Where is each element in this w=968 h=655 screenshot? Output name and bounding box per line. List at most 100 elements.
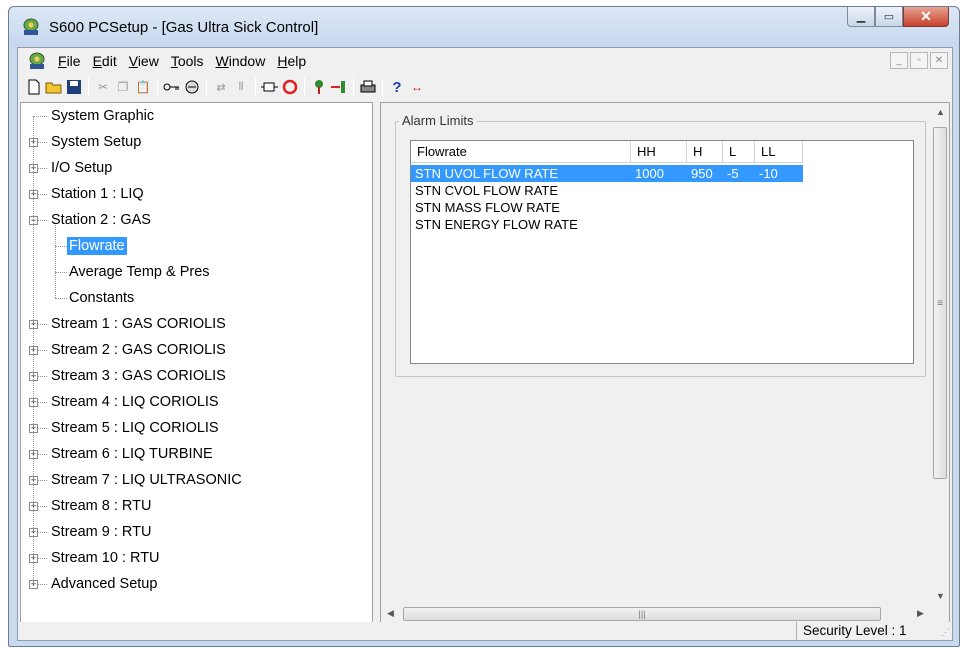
table-cell-hh [631, 199, 687, 216]
alarm-limits-list[interactable]: Flowrate HH H L LL STN UVOL FLOW RATE 100… [410, 140, 914, 364]
tree-item-label[interactable]: Stream 10 : RTU [49, 549, 162, 567]
maximize-icon: ▭ [883, 11, 895, 23]
table-cell-h [687, 199, 723, 216]
tree-item-label[interactable]: Station 1 : LIQ [49, 185, 146, 203]
tree-item[interactable]: Stream 3 : GAS CORIOLIS [49, 363, 228, 389]
close-button[interactable]: ✕ [903, 7, 949, 27]
horizontal-scroll-thumb[interactable]: ||| [403, 607, 881, 621]
tree-item-label[interactable]: System Graphic [49, 107, 156, 125]
columns-button[interactable]: ⫴ [232, 78, 250, 96]
tree-item[interactable]: Station 1 : LIQ [49, 181, 146, 207]
new-button[interactable] [25, 78, 43, 96]
tree-item[interactable]: Stream 8 : RTU [49, 493, 153, 519]
child-restore-button[interactable]: ▫ [910, 52, 928, 69]
tree-item[interactable]: Average Temp & Pres [67, 259, 212, 285]
maximize-button[interactable]: ▭ [875, 7, 903, 27]
stop-icon [282, 79, 298, 95]
tree-item[interactable]: Stream 10 : RTU [49, 545, 162, 571]
help-button[interactable]: ? [388, 78, 406, 96]
print-button[interactable] [359, 78, 377, 96]
tree-item[interactable]: Stream 2 : GAS CORIOLIS [49, 337, 228, 363]
menu-edit[interactable]: Edit [87, 53, 123, 69]
stop-button[interactable] [281, 78, 299, 96]
menu-file[interactable]: File [52, 53, 87, 69]
scroll-up-icon[interactable]: ▲ [936, 107, 945, 117]
key-button[interactable] [163, 78, 181, 96]
tree-item[interactable]: Stream 7 : LIQ ULTRASONIC [49, 467, 244, 493]
status-bar: Security Level : 1 ⋰ [18, 622, 952, 640]
download-button[interactable] [330, 78, 348, 96]
columns-icon: ⫴ [238, 80, 244, 93]
scroll-left-icon[interactable]: ◀ [387, 608, 394, 619]
upload-button[interactable] [310, 78, 328, 96]
paste-button[interactable]: 📋 [134, 78, 152, 96]
minimize-button[interactable]: ▁ [847, 7, 875, 27]
scroll-right-icon[interactable]: ▶ [917, 608, 924, 619]
child-minimize-button[interactable]: _ [890, 52, 908, 69]
table-cell-hh: 1000 [635, 166, 664, 181]
column-header-hh[interactable]: HH [631, 141, 687, 163]
tree-item-label[interactable]: Stream 5 : LIQ CORIOLIS [49, 419, 221, 437]
cut-button[interactable]: ✂ [94, 78, 112, 96]
menu-view[interactable]: View [123, 53, 165, 69]
app-window: S600 PCSetup - [Gas Ultra Sick Control] … [8, 6, 960, 647]
tree-item-label[interactable]: Average Temp & Pres [67, 263, 212, 281]
whats-this-button[interactable]: ↔ [408, 78, 426, 96]
table-row[interactable]: STN MASS FLOW RATE [411, 199, 803, 216]
tree-item-label[interactable]: Constants [67, 289, 136, 307]
tree-item-label[interactable]: Stream 7 : LIQ ULTRASONIC [49, 471, 244, 489]
child-close-button[interactable]: ✕ [930, 52, 948, 69]
connect-button[interactable] [183, 78, 201, 96]
tree-item-label[interactable]: Flowrate [67, 237, 127, 255]
horizontal-scrollbar[interactable]: ◀ ||| ▶ [381, 605, 931, 623]
tree-item[interactable]: Flowrate [67, 233, 127, 259]
column-header-ll[interactable]: LL [755, 141, 803, 163]
module-icon [261, 82, 278, 92]
document-logo-icon[interactable] [26, 52, 48, 70]
cut-icon: ✂ [97, 80, 109, 94]
save-button[interactable] [65, 78, 83, 96]
tree-item[interactable]: Advanced Setup [49, 571, 159, 597]
menu-help[interactable]: Help [271, 53, 312, 69]
module-button[interactable] [261, 78, 279, 96]
title-bar[interactable]: S600 PCSetup - [Gas Ultra Sick Control] … [9, 7, 959, 47]
tree-item-label[interactable]: I/O Setup [49, 159, 114, 177]
tree-item[interactable]: Stream 1 : GAS CORIOLIS [49, 311, 228, 337]
tree-item[interactable]: Stream 9 : RTU [49, 519, 153, 545]
tree-item-label[interactable]: Stream 8 : RTU [49, 497, 153, 515]
tree-item-label[interactable]: Stream 1 : GAS CORIOLIS [49, 315, 228, 333]
tree-item-label[interactable]: Stream 6 : LIQ TURBINE [49, 445, 215, 463]
connect-icon [185, 80, 199, 94]
menu-window[interactable]: Window [210, 53, 272, 69]
tree-item[interactable]: Stream 6 : LIQ TURBINE [49, 441, 215, 467]
tree-item[interactable]: System Graphic [49, 103, 156, 129]
resize-grip-icon[interactable]: ⋰ [941, 627, 950, 638]
open-button[interactable] [45, 78, 63, 96]
table-row[interactable]: STN UVOL FLOW RATE 1000 950 -5 -10 [411, 165, 803, 182]
tree-item[interactable]: Station 2 : GAS [49, 207, 153, 233]
tree-item-label[interactable]: System Setup [49, 133, 143, 151]
tree-item-label[interactable]: Station 2 : GAS [49, 211, 153, 229]
column-header-l[interactable]: L [723, 141, 755, 163]
tree-item-label[interactable]: Stream 3 : GAS CORIOLIS [49, 367, 228, 385]
tree-item-label[interactable]: Advanced Setup [49, 575, 159, 593]
tree-item[interactable]: I/O Setup [49, 155, 114, 181]
vertical-scrollbar[interactable]: ▲ ≡ ▼ [931, 103, 949, 607]
tree-item[interactable]: Stream 5 : LIQ CORIOLIS [49, 415, 221, 441]
navigation-tree[interactable]: System Graphic System Setup + I/O Setup + Sta… [20, 102, 373, 624]
tree-item-label[interactable]: Stream 9 : RTU [49, 523, 153, 541]
tree-item[interactable]: System Setup [49, 129, 143, 155]
column-header-h[interactable]: H [687, 141, 723, 163]
copy-button[interactable]: ❐ [114, 78, 132, 96]
transfer-button[interactable]: ⇄ [212, 78, 230, 96]
scroll-down-icon[interactable]: ▼ [936, 591, 945, 601]
menu-tools[interactable]: Tools [165, 53, 210, 69]
table-row[interactable]: STN CVOL FLOW RATE [411, 182, 803, 199]
tree-item-label[interactable]: Stream 2 : GAS CORIOLIS [49, 341, 228, 359]
vertical-scroll-thumb[interactable]: ≡ [933, 127, 947, 479]
tree-item[interactable]: Stream 4 : LIQ CORIOLIS [49, 389, 221, 415]
tree-item[interactable]: Constants [67, 285, 136, 311]
tree-item-label[interactable]: Stream 4 : LIQ CORIOLIS [49, 393, 221, 411]
column-header-flowrate[interactable]: Flowrate [411, 141, 631, 163]
table-row[interactable]: STN ENERGY FLOW RATE [411, 216, 803, 233]
